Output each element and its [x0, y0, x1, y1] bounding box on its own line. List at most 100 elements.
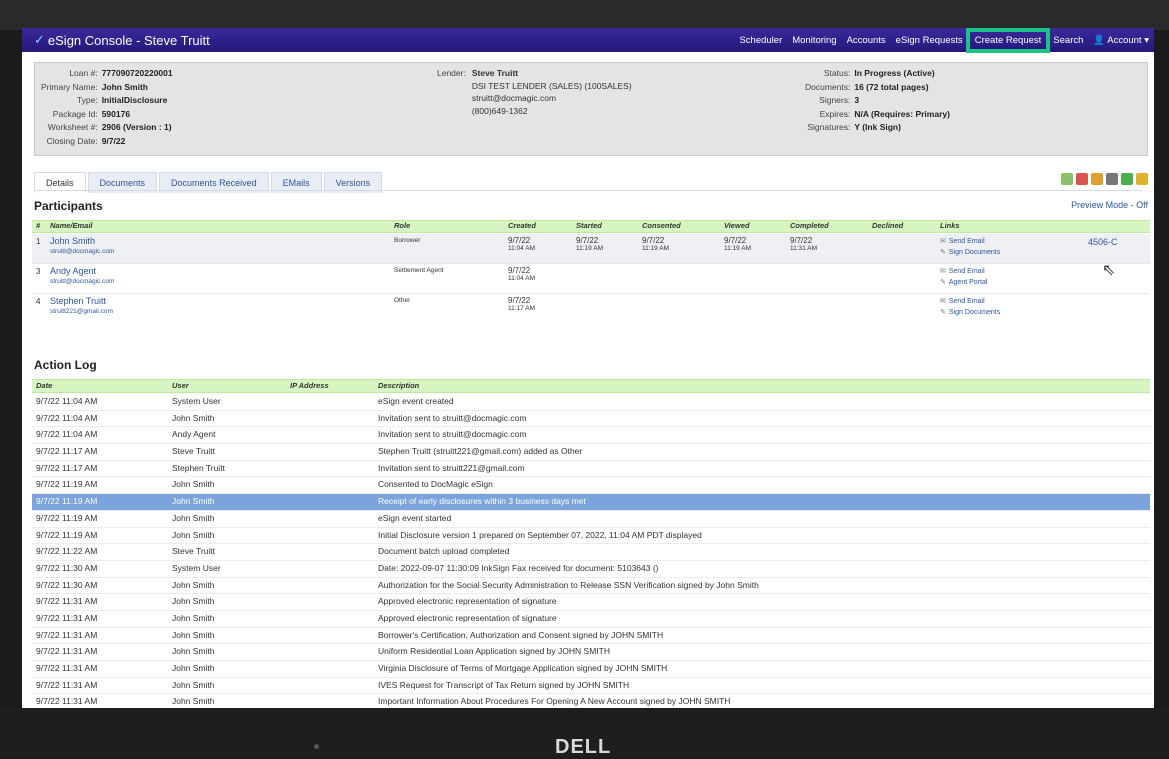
document-refresh-icon[interactable]	[1061, 173, 1073, 185]
app-title: eSign Console - Steve Truitt	[47, 32, 210, 48]
status-details: Status: In Progress (Active) Documents: 16…	[805, 67, 950, 134]
log-row[interactable]: 9/7/22 11:19 AM John Smith eSign event sta…	[32, 511, 1150, 528]
log-row[interactable]: 9/7/22 11:31 AM John Smith Uniform Residen…	[32, 644, 1150, 661]
log-row[interactable]: 9/7/22 11:30 AM System User Date: 2022-09-…	[32, 561, 1150, 578]
monitor-bezel-top	[0, 0, 1169, 30]
lock-icon[interactable]	[1136, 173, 1148, 185]
nav-accounts[interactable]: Accounts	[847, 35, 886, 46]
log-user: John Smith	[172, 696, 215, 707]
expires-value: N/A (Requires: Primary)	[854, 108, 950, 119]
log-user: John Smith	[172, 612, 215, 623]
form-4506c-link[interactable]: 4506-C	[1088, 237, 1118, 247]
log-date: 9/7/22 11:31 AM	[36, 663, 98, 673]
user-icon: 👤	[1093, 34, 1106, 46]
email-icon: ✉	[940, 268, 946, 275]
participant-name[interactable]: Stephen Truitt	[50, 296, 106, 306]
pen-icon: ✎	[940, 309, 946, 316]
log-row[interactable]: 9/7/22 11:30 AM John Smith Authorization f…	[32, 578, 1150, 595]
label: Worksheet #:	[47, 122, 98, 132]
log-row[interactable]: 9/7/22 11:04 AM John Smith Invitation sent…	[32, 411, 1150, 428]
log-row[interactable]: 9/7/22 11:31 AM John Smith Approved electr…	[32, 594, 1150, 611]
participant-name[interactable]: Andy Agent	[50, 266, 96, 276]
sign-documents-link[interactable]: ✎ Sign Documents	[940, 247, 1000, 258]
log-row[interactable]: 9/7/22 11:04 AM Andy Agent Invitation sent…	[32, 427, 1150, 445]
participant-role: Settlement Agent	[394, 267, 444, 274]
preview-mode-link[interactable]: Preview Mode - Off	[1071, 200, 1148, 210]
participant-email[interactable]: struitt@docmagic.com	[50, 248, 114, 255]
started-date: 9/7/22 11:19 AM	[576, 236, 603, 253]
log-row[interactable]: 9/7/22 11:19 AM John Smith Initial Disclos…	[32, 528, 1150, 545]
nav-monitoring[interactable]: Monitoring	[792, 35, 836, 46]
lender-company: DSI TEST LENDER (SALES) (100SALES)	[471, 80, 632, 91]
col-links: Links	[940, 221, 960, 230]
log-row[interactable]: 9/7/22 11:19 AM John Smith Consented to Do…	[32, 477, 1150, 495]
dell-logo: DELL	[555, 736, 612, 758]
log-user: Stephen Truitt	[172, 462, 225, 473]
nav-account-label: Account	[1107, 34, 1142, 46]
sign-documents-link[interactable]: ✎ Sign Documents	[940, 307, 1000, 318]
participant-email[interactable]: struitt221@gmail.com	[50, 308, 113, 315]
label: Status:	[823, 68, 851, 78]
log-user: John Smith	[172, 496, 215, 507]
log-row[interactable]: 9/7/22 11:17 AM Stephen Truitt Invitation …	[32, 461, 1150, 478]
app-screen: ✓ eSign Console - Steve Truitt Scheduler…	[22, 28, 1154, 708]
log-row[interactable]: 9/7/22 11:31 AM John Smith Borrower's Cert…	[32, 628, 1150, 645]
log-date: 9/7/22 11:19 AM	[36, 512, 98, 523]
pen-icon: ✎	[940, 249, 946, 256]
nav-account[interactable]: 👤 Account ▾	[1093, 35, 1149, 46]
log-user: John Smith	[172, 596, 215, 607]
participant-number: 3	[36, 267, 41, 276]
participant-role: Borrower	[394, 237, 421, 244]
nav-search[interactable]: Search	[1053, 35, 1083, 46]
send-email-link[interactable]: ✉ Send Email	[940, 296, 985, 307]
log-date: 9/7/22 11:17 AM	[36, 462, 98, 473]
log-row[interactable]: 9/7/22 11:31 AM John Smith IVES Request fo…	[32, 678, 1150, 695]
agent-portal-link[interactable]: ✎ Agent Portal	[940, 277, 987, 288]
col-role: Role	[394, 221, 411, 230]
label: Documents:	[805, 81, 851, 92]
print-icon[interactable]	[1106, 173, 1118, 185]
nav-create-request[interactable]: Create Request	[965, 28, 1051, 53]
log-date: 9/7/22 11:31 AM	[36, 612, 98, 623]
log-row[interactable]: 9/7/22 11:31 AM John Smith Important Infor…	[32, 694, 1150, 708]
send-email-link[interactable]: ✉ Send Email	[940, 266, 985, 277]
users-icon[interactable]	[1091, 173, 1103, 185]
viewed-date: 9/7/22 11:19 AM	[724, 236, 751, 253]
log-row[interactable]: 9/7/22 11:31 AM John Smith Virginia Disclo…	[32, 661, 1150, 678]
participant-name[interactable]: John Smith	[50, 236, 95, 246]
mouse-cursor-icon: ⇖	[1102, 262, 1116, 279]
action-log-table: 9/7/22 11:04 AM System User eSign event cr…	[32, 394, 1150, 708]
log-row[interactable]: 9/7/22 11:17 AM Steve Truitt Stephen Truit…	[32, 444, 1150, 461]
log-row[interactable]: 9/7/22 11:22 AM Steve Truitt Document batc…	[32, 544, 1150, 561]
lender-label: Lender:	[437, 68, 466, 78]
log-description: Receipt of early disclosures within 3 bu…	[378, 496, 586, 507]
loan-number: 777090720220001	[101, 68, 173, 78]
package-id: 590176	[101, 108, 131, 119]
label: Expires:	[819, 108, 851, 119]
col-started: Started	[576, 221, 602, 230]
col-consented: Consented	[642, 221, 681, 230]
log-description: Approved electronic representation of si…	[378, 596, 557, 607]
nav-scheduler[interactable]: Scheduler	[739, 35, 782, 46]
log-user: Andy Agent	[172, 429, 216, 440]
recycle-icon[interactable]	[1121, 173, 1133, 185]
send-email-link[interactable]: ✉ Send Email	[940, 236, 985, 247]
created-date: 9/7/22 11:04 AM	[508, 266, 535, 283]
log-row[interactable]: 9/7/22 11:04 AM System User eSign event cr…	[32, 394, 1150, 411]
webcam-indicator	[314, 744, 319, 749]
lender-email: struitt@docmagic.com	[471, 93, 557, 103]
log-description: Invitation sent to struitt@docmagic.com	[378, 429, 527, 440]
log-date: 9/7/22 11:04 AM	[36, 396, 98, 406]
pdf-icon[interactable]	[1076, 173, 1088, 185]
loan-type: InitialDisclosure	[101, 95, 168, 105]
status-value: In Progress (Active)	[854, 68, 935, 78]
participant-email[interactable]: struitt@docmagic.com	[50, 278, 114, 285]
log-description: Initial Disclosure version 1 prepared on…	[378, 529, 702, 540]
label: Closing Date:	[46, 135, 98, 146]
label: Signers:	[819, 95, 851, 105]
participant-row: 3 Andy Agent struitt@docmagic.com Settle…	[32, 264, 1150, 294]
log-row-selected[interactable]: 9/7/22 11:19 AM John Smith Receipt of earl…	[32, 494, 1150, 511]
log-date: 9/7/22 11:19 AM	[36, 529, 98, 540]
nav-esign-requests[interactable]: eSign Requests	[896, 35, 963, 46]
log-row[interactable]: 9/7/22 11:31 AM John Smith Approved electr…	[32, 611, 1150, 628]
